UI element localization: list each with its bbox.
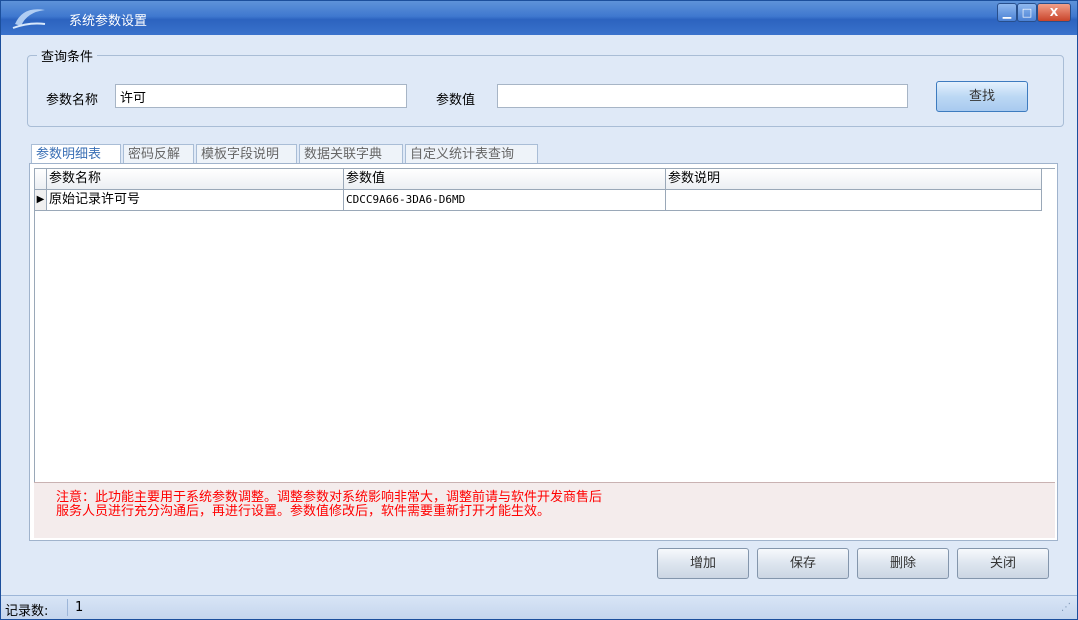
window-title: 系统参数设置: [69, 14, 148, 29]
cell-param-value[interactable]: CDCC9A66-3DA6-D6MD: [344, 190, 666, 211]
cell-param-description[interactable]: [666, 190, 1042, 211]
warning-line-2: 服务人员进行充分沟通后，再进行设置。参数值修改后，软件需要重新打开才能生效。: [56, 504, 551, 519]
column-header-description[interactable]: 参数说明: [666, 169, 1042, 190]
system-params-window: 系统参数设置 ▁ □ X 查询条件 参数名称 许可 参数值 查找 参数明细表 密…: [0, 0, 1078, 620]
query-conditions-label: 查询条件: [37, 46, 98, 65]
column-header-name[interactable]: 参数名称: [47, 169, 344, 190]
close-button[interactable]: 关闭: [957, 548, 1049, 579]
param-name-input[interactable]: 许可: [115, 84, 407, 108]
param-name-label: 参数名称: [46, 93, 99, 108]
row-indicator-icon: ▶: [35, 190, 47, 211]
close-window-button[interactable]: X: [1037, 3, 1071, 22]
title-bar[interactable]: 系统参数设置 ▁ □ X: [1, 1, 1077, 35]
cell-param-name[interactable]: 原始记录许可号: [47, 190, 344, 211]
save-button[interactable]: 保存: [757, 548, 849, 579]
status-bar: 记录数: 1 ⋰: [1, 595, 1077, 619]
grid-header-row: 参数名称 参数值 参数说明: [35, 169, 1056, 190]
tab-password-decode[interactable]: 密码反解: [123, 144, 194, 164]
app-logo-icon: [12, 9, 46, 29]
tab-panel: 参数名称 参数值 参数说明 ▶ 原始记录许可号 CDCC9A66-3DA6-D6…: [29, 163, 1058, 541]
tab-custom-stats-query[interactable]: 自定义统计表查询: [405, 144, 538, 164]
tab-template-fields[interactable]: 模板字段说明: [196, 144, 297, 164]
record-count-label: 记录数:: [5, 604, 49, 619]
minimize-button[interactable]: ▁: [997, 3, 1017, 22]
warning-notice: 注意：此功能主要用于系统参数调整。调整参数对系统影响非常大，调整前请与软件开发商…: [34, 482, 1055, 538]
status-divider: [67, 599, 68, 616]
find-button[interactable]: 查找: [936, 81, 1028, 112]
table-row[interactable]: ▶ 原始记录许可号 CDCC9A66-3DA6-D6MD: [35, 190, 1056, 211]
header-indicator-cell: [35, 169, 47, 190]
add-button[interactable]: 增加: [657, 548, 749, 579]
column-header-value[interactable]: 参数值: [344, 169, 666, 190]
warning-line-1: 注意：此功能主要用于系统参数调整。调整参数对系统影响非常大，调整前请与软件开发商…: [56, 490, 603, 505]
tab-param-details[interactable]: 参数明细表: [31, 144, 121, 165]
param-value-input[interactable]: [497, 84, 908, 108]
resize-grip-icon[interactable]: ⋰: [1061, 602, 1071, 613]
record-count-value: 1: [75, 600, 84, 615]
params-grid[interactable]: 参数名称 参数值 参数说明 ▶ 原始记录许可号 CDCC9A66-3DA6-D6…: [34, 168, 1055, 482]
delete-button[interactable]: 删除: [857, 548, 949, 579]
maximize-button[interactable]: □: [1017, 3, 1037, 22]
tab-data-dictionary[interactable]: 数据关联字典: [299, 144, 403, 164]
param-value-label: 参数值: [436, 93, 476, 108]
